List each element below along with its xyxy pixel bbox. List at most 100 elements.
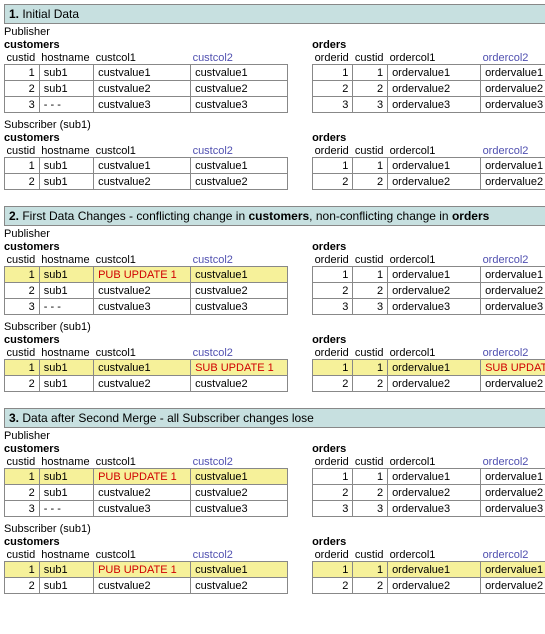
cell-custcol2: custvalue1	[191, 267, 288, 283]
cell-custcol2: custvalue1	[191, 562, 288, 578]
cell-ordercol2: ordervalue3	[481, 97, 545, 113]
col-custcol2: custcol2	[191, 145, 288, 158]
cell-hostname: sub1	[39, 267, 93, 283]
cell-ordercol2: ordervalue1	[481, 562, 545, 578]
cell-custid: 1	[5, 267, 40, 283]
col-custid: custid	[353, 549, 388, 562]
table-row: 11ordervalue1ordervalue1	[313, 158, 545, 174]
cell-hostname: sub1	[39, 65, 93, 81]
col-ordercol2: ordercol2	[481, 549, 545, 562]
table-row: 1sub1custvalue1custvalue1	[5, 65, 288, 81]
cell-custcol1: custvalue2	[94, 485, 191, 501]
table-row: 3- - -custvalue3custvalue3	[5, 97, 288, 113]
publisher-label: Publisher	[4, 26, 545, 38]
cell-custid: 1	[353, 267, 388, 283]
orders-table-pub: orderidcustidordercol1ordercol211orderva…	[312, 52, 545, 113]
col-ordercol2: ordercol2	[481, 347, 545, 360]
table-row: 3- - -custvalue3custvalue3	[5, 501, 288, 517]
cell-custid: 1	[5, 360, 40, 376]
cell-orderid: 2	[313, 485, 353, 501]
table-row: 33ordervalue3ordervalue3	[313, 97, 545, 113]
col-custcol1: custcol1	[94, 549, 191, 562]
subscriber-label: Subscriber (sub1)	[4, 523, 545, 535]
cell-custid: 3	[353, 97, 388, 113]
cell-hostname: sub1	[39, 158, 93, 174]
cell-custcol2: custvalue2	[191, 485, 288, 501]
col-custid: custid	[5, 145, 40, 158]
cell-custid: 2	[5, 174, 40, 190]
table-row: 11ordervalue1ordervalue1	[313, 562, 545, 578]
cell-hostname: sub1	[39, 360, 93, 376]
section-number: 1.	[9, 7, 19, 21]
cell-ordercol1: ordervalue2	[388, 376, 481, 392]
table-row: 2sub1custvalue2custvalue2	[5, 174, 288, 190]
table-row: 22ordervalue2ordervalue2	[313, 376, 545, 392]
publisher-tables: customerscustidhostnamecustcol1custcol21…	[4, 442, 545, 517]
col-custcol2: custcol2	[191, 549, 288, 562]
cell-ordercol1: ordervalue1	[388, 158, 481, 174]
cell-orderid: 3	[313, 299, 353, 315]
col-custid: custid	[5, 347, 40, 360]
col-hostname: hostname	[39, 549, 93, 562]
cell-custid: 3	[5, 501, 40, 517]
cell-custcol1: custvalue1	[94, 360, 191, 376]
cell-ordercol1: ordervalue3	[388, 97, 481, 113]
section-title: First Data Changes - conflicting change …	[19, 209, 489, 223]
orders-title: orders	[312, 443, 545, 455]
cell-custid: 2	[5, 81, 40, 97]
cell-hostname: sub1	[39, 485, 93, 501]
cell-orderid: 1	[313, 469, 353, 485]
col-ordercol1: ordercol1	[388, 549, 481, 562]
col-custcol1: custcol1	[94, 52, 191, 65]
cell-custcol2: custvalue2	[191, 81, 288, 97]
cell-ordercol1: ordervalue2	[388, 283, 481, 299]
customers-title: customers	[4, 132, 288, 144]
cell-hostname: sub1	[39, 283, 93, 299]
cell-ordercol2: ordervalue2	[481, 485, 545, 501]
col-ordercol1: ordercol1	[388, 456, 481, 469]
cell-ordercol2: ordervalue1	[481, 158, 545, 174]
col-orderid: orderid	[313, 456, 353, 469]
publisher-label: Publisher	[4, 430, 545, 442]
col-ordercol1: ordercol1	[388, 347, 481, 360]
cell-custcol2: custvalue2	[191, 376, 288, 392]
cell-custid: 2	[5, 283, 40, 299]
cell-custid: 1	[353, 158, 388, 174]
customers-title: customers	[4, 241, 288, 253]
table-row: 3- - -custvalue3custvalue3	[5, 299, 288, 315]
col-ordercol1: ordercol1	[388, 254, 481, 267]
table-row: 2sub1custvalue2custvalue2	[5, 578, 288, 594]
table-row: 1sub1PUB UPDATE 1custvalue1	[5, 267, 288, 283]
cell-ordercol1: ordervalue2	[388, 578, 481, 594]
col-hostname: hostname	[39, 145, 93, 158]
table-row: 1sub1PUB UPDATE 1custvalue1	[5, 469, 288, 485]
col-custid: custid	[353, 254, 388, 267]
table-row: 2sub1custvalue2custvalue2	[5, 485, 288, 501]
cell-custid: 2	[353, 485, 388, 501]
publisher-tables: customerscustidhostnamecustcol1custcol21…	[4, 240, 545, 315]
cell-custcol1: custvalue2	[94, 283, 191, 299]
cell-ordercol1: ordervalue1	[388, 267, 481, 283]
cell-ordercol1: ordervalue2	[388, 485, 481, 501]
cell-orderid: 2	[313, 174, 353, 190]
cell-custid: 2	[353, 283, 388, 299]
cell-custcol1: custvalue3	[94, 97, 191, 113]
cell-custcol2: custvalue1	[191, 158, 288, 174]
cell-hostname: - - -	[39, 501, 93, 517]
cell-ordercol2: ordervalue3	[481, 299, 545, 315]
section-number: 2.	[9, 209, 19, 223]
cell-ordercol1: ordervalue1	[388, 562, 481, 578]
cell-custcol2: custvalue1	[191, 65, 288, 81]
table-row: 11ordervalue1ordervalue1	[313, 65, 545, 81]
cell-custcol1: PUB UPDATE 1	[94, 469, 191, 485]
cell-hostname: sub1	[39, 578, 93, 594]
cell-orderid: 2	[313, 283, 353, 299]
subscriber-label: Subscriber (sub1)	[4, 119, 545, 131]
subscriber-tables: customerscustidhostnamecustcol1custcol21…	[4, 333, 545, 392]
orders-table-sub: orderidcustidordercol1ordercol211orderva…	[312, 549, 545, 594]
publisher-tables: customerscustidhostnamecustcol1custcol21…	[4, 38, 545, 113]
cell-custid: 1	[353, 469, 388, 485]
cell-ordercol2: ordervalue1	[481, 469, 545, 485]
table-row: 33ordervalue3ordervalue3	[313, 299, 545, 315]
table-row: 22ordervalue2ordervalue2	[313, 81, 545, 97]
